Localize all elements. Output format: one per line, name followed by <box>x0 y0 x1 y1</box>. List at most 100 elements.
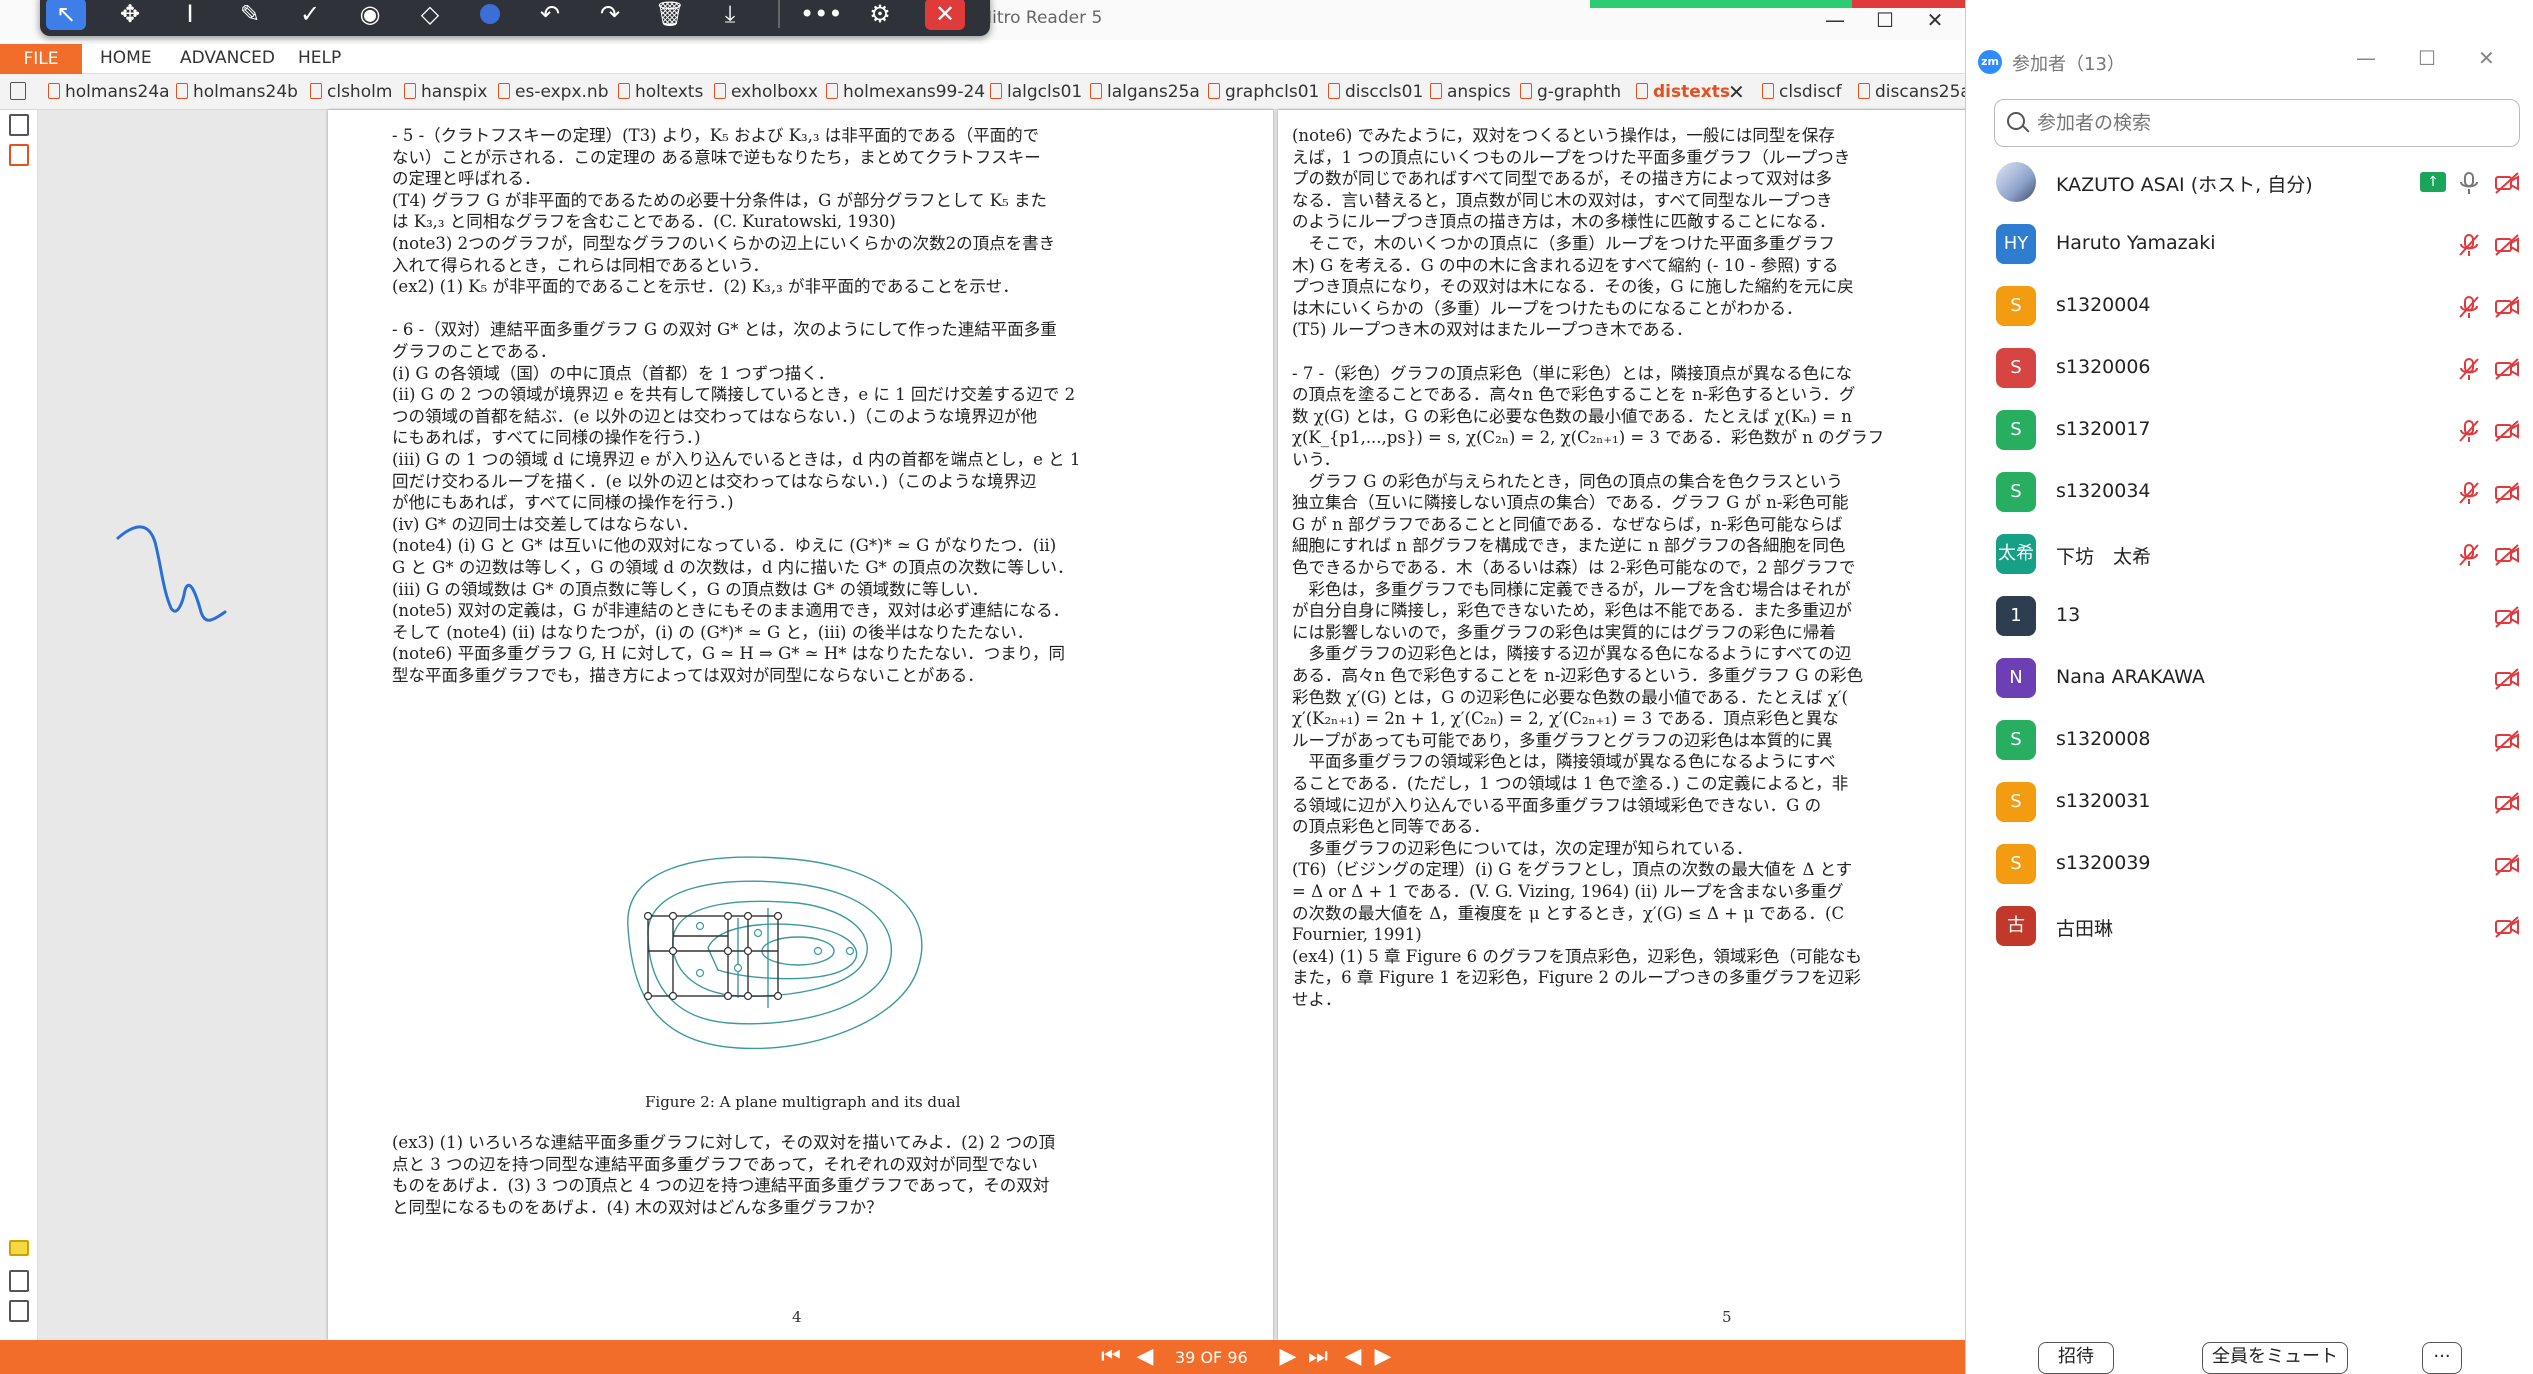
previous-page-icon[interactable]: ◀ <box>1132 1344 1158 1370</box>
tab-holtexts[interactable]: holtexts <box>618 78 703 106</box>
participant-row[interactable]: Ss1320006 <box>1966 337 2533 399</box>
mic-off-icon[interactable] <box>2456 480 2482 506</box>
new-doc-icon[interactable] <box>10 82 26 100</box>
video-off-icon[interactable] <box>2494 604 2520 630</box>
tab-lalgans25a[interactable]: lalgans25a <box>1090 78 1200 106</box>
tab-lalgcls01[interactable]: lalgcls01 <box>990 78 1082 106</box>
menu-advanced[interactable]: ADVANCED <box>180 48 275 68</box>
mic-off-icon[interactable] <box>2456 356 2482 382</box>
redo-icon[interactable]: ↷ <box>590 0 630 30</box>
stamp-icon[interactable]: ◉ <box>350 0 390 30</box>
close-icon[interactable]: ✕ <box>2478 46 2495 70</box>
checkmark-icon[interactable]: ✓ <box>290 0 330 30</box>
mic-off-icon[interactable] <box>2456 294 2482 320</box>
tab-anspics[interactable]: anspics <box>1430 78 1511 106</box>
video-off-icon[interactable] <box>2494 356 2520 382</box>
attachments-panel-icon[interactable] <box>9 1270 29 1292</box>
move-icon[interactable]: ✥ <box>110 0 150 30</box>
menu-help[interactable]: HELP <box>298 48 341 68</box>
forward-view-icon[interactable]: ▶ <box>1370 1344 1396 1370</box>
participant-row[interactable]: KAZUTO ASAI (ホスト, 自分) ↑ <box>1966 151 2533 213</box>
layers-panel-icon[interactable] <box>9 1300 29 1322</box>
participant-search[interactable] <box>1994 99 2520 147</box>
trash-icon[interactable]: 🗑 <box>650 0 690 30</box>
video-off-icon[interactable] <box>2494 294 2520 320</box>
participant-name: Nana ARAKAWA <box>2056 666 2205 688</box>
video-off-icon[interactable] <box>2494 480 2520 506</box>
text-line: る領域に辺が入り込んでいる平面多重グラフは領域彩色できない．G の <box>1292 795 1822 815</box>
minimize-button[interactable]: — <box>1815 2 1855 38</box>
tab-g-graphth[interactable]: g-graphth <box>1520 78 1621 106</box>
participant-row[interactable]: 古古田琳 <box>1966 895 2533 957</box>
participant-row[interactable]: Ss1320034 <box>1966 461 2533 523</box>
first-page-icon[interactable]: ⏮ <box>1098 1344 1124 1370</box>
tab-hanspix[interactable]: hanspix <box>404 78 487 106</box>
tab-holmexans99-24[interactable]: holmexans99-24 <box>826 78 985 106</box>
menu-home[interactable]: HOME <box>100 48 152 68</box>
text-line: 数 χ(G) とは，G の彩色に必要な色数の最小値である．たとえば χ(Kₙ) … <box>1292 406 1852 426</box>
tab-discans25a[interactable]: discans25a <box>1858 78 1971 106</box>
more-icon[interactable]: ••• <box>800 0 842 30</box>
mute-all-button[interactable]: 全員をミュート <box>2202 1342 2348 1374</box>
mic-icon[interactable] <box>2456 170 2482 196</box>
mic-off-icon[interactable] <box>2456 418 2482 444</box>
participant-row[interactable]: 太希 下坊 太希 <box>1966 523 2533 585</box>
maximize-button[interactable]: ☐ <box>1865 2 1905 38</box>
invite-button[interactable]: 招待 <box>2038 1342 2114 1374</box>
bookmarks-panel-icon[interactable] <box>9 144 29 166</box>
participant-row[interactable]: Ss1320031 <box>1966 771 2533 833</box>
minimize-icon[interactable]: — <box>2356 46 2376 70</box>
participant-row[interactable]: Ss1320008 <box>1966 709 2533 771</box>
back-view-icon[interactable]: ◀ <box>1340 1344 1366 1370</box>
pen-icon[interactable]: ✎ <box>230 0 270 30</box>
tab-clsholm[interactable]: clsholm <box>310 78 392 106</box>
video-off-icon[interactable] <box>2494 232 2520 258</box>
video-off-icon[interactable] <box>2494 666 2520 692</box>
participant-row[interactable]: 1 13 <box>1966 585 2533 647</box>
tab-holmans24a[interactable]: holmans24a <box>48 78 170 106</box>
close-annotation-icon[interactable]: ✕ <box>925 0 965 30</box>
tab-exholboxx[interactable]: exholboxx <box>714 78 818 106</box>
video-off-icon[interactable] <box>2494 170 2520 196</box>
text-cursor-icon[interactable]: I <box>170 0 210 30</box>
tab-disccls01[interactable]: disccls01 <box>1328 78 1423 106</box>
menu-file[interactable]: FILE <box>0 44 82 74</box>
text-line: いう． <box>1292 450 1341 469</box>
video-off-icon[interactable] <box>2494 728 2520 754</box>
tab-clsdiscf[interactable]: clsdiscf <box>1762 78 1842 106</box>
next-page-icon[interactable]: ▶ <box>1275 1344 1301 1370</box>
figure-caption: Figure 2: A plane multigraph and its dua… <box>645 1093 961 1111</box>
video-off-icon[interactable] <box>2494 418 2520 444</box>
maximize-icon[interactable]: ☐ <box>2418 46 2436 70</box>
video-off-icon[interactable] <box>2494 914 2520 940</box>
video-off-icon[interactable] <box>2494 542 2520 568</box>
tab-distexts[interactable]: distexts <box>1636 78 1730 106</box>
participant-row[interactable]: N Nana ARAKAWA <box>1966 647 2533 709</box>
search-input[interactable] <box>2037 110 2507 136</box>
close-tab-icon[interactable]: ✕ <box>1728 78 1745 106</box>
mic-off-icon[interactable] <box>2456 542 2482 568</box>
tab-holmans24b[interactable]: holmans24b <box>176 78 298 106</box>
participant-row[interactable]: Ss1320004 <box>1966 275 2533 337</box>
color-picker-icon[interactable] <box>470 0 510 30</box>
tab-es-expx[interactable]: es-expx.nb <box>498 78 609 106</box>
mic-off-icon[interactable] <box>2456 232 2482 258</box>
participant-row[interactable]: HY Haruto Yamazaki <box>1966 213 2533 275</box>
comments-panel-icon[interactable] <box>9 1240 29 1256</box>
eraser-icon[interactable]: ◇ <box>410 0 450 30</box>
video-off-icon[interactable] <box>2494 790 2520 816</box>
participant-row[interactable]: Ss1320039 <box>1966 833 2533 895</box>
undo-icon[interactable]: ↶ <box>530 0 570 30</box>
save-icon[interactable]: ⤓ <box>710 0 750 30</box>
last-page-icon[interactable]: ⏭ <box>1305 1344 1331 1370</box>
participant-row[interactable]: Ss1320017 <box>1966 399 2533 461</box>
pointer-icon[interactable]: ↖ <box>46 0 86 30</box>
close-button[interactable]: ✕ <box>1915 2 1955 38</box>
participant-annotate-icon[interactable]: ⚙ <box>860 0 900 30</box>
tab-graphcls01[interactable]: graphcls01 <box>1208 78 1319 106</box>
pages-panel-icon[interactable] <box>9 114 29 136</box>
page-indicator[interactable]: 39 OF 96 <box>1175 1348 1248 1367</box>
video-off-icon[interactable] <box>2494 852 2520 878</box>
document-view[interactable]: - 5 -（クラトフスキーの定理）(T3) より，K₅ および K₃,₃ は非平… <box>38 110 1978 1340</box>
more-options-button[interactable]: ··· <box>2422 1342 2462 1374</box>
